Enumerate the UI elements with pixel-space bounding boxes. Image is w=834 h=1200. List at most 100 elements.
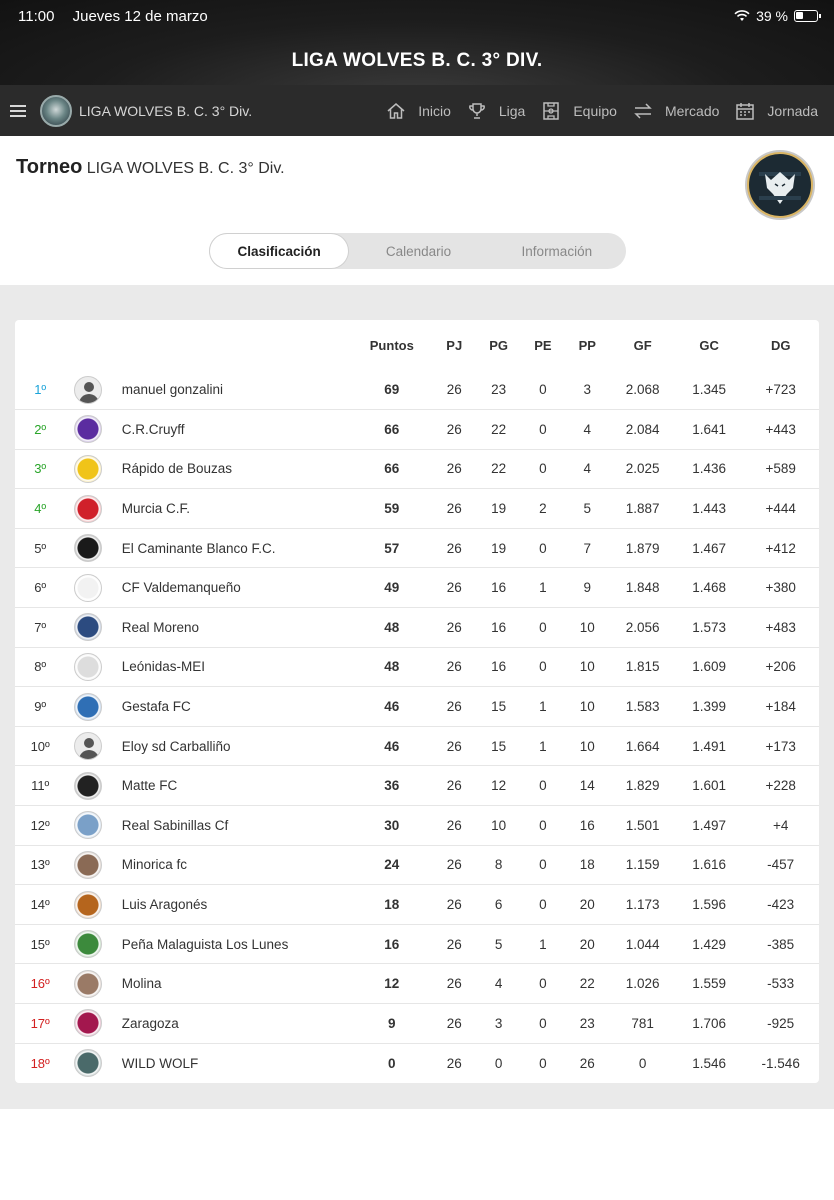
goal-difference: +589	[742, 448, 819, 489]
table-row[interactable]: 13º Minorica fc 24 26 8 0 18 1.159 1.616 -457	[15, 844, 819, 885]
header-pp[interactable]: PP	[565, 320, 609, 370]
lost: 16	[565, 805, 610, 846]
team-avatar[interactable]	[73, 850, 102, 879]
team-avatar[interactable]	[73, 1009, 102, 1038]
played: 26	[432, 567, 477, 608]
table-row[interactable]: 3º Rápido de Bouzas 66 26 22 0 4 2.025 1.436 +589	[15, 448, 819, 489]
header-gf[interactable]: GF	[609, 320, 675, 370]
nav-league-name[interactable]: LIGA WOLVES B. C. 3° Div.	[79, 103, 252, 119]
table-row[interactable]: 9º Gestafa FC 46 26 15 1 10 1.583 1.399 +184	[15, 686, 819, 727]
points: 66	[351, 409, 433, 450]
team-avatar[interactable]	[73, 1049, 102, 1078]
tab-clasificacion[interactable]: Clasificación	[210, 234, 349, 268]
goal-difference: +723	[765, 382, 796, 398]
team-name[interactable]: Minorica fc	[109, 844, 352, 885]
nav-item-label: Equipo	[573, 102, 617, 119]
position: 5º	[15, 527, 66, 568]
played: 26	[432, 884, 477, 925]
team-avatar-cell	[65, 1042, 110, 1083]
header-gc[interactable]: GC	[676, 320, 742, 370]
tab-informacion[interactable]: Información	[488, 233, 626, 269]
team-name[interactable]: Gestafa FC	[109, 686, 352, 727]
table-row[interactable]: 12º Real Sabinillas Cf 30 26 10 0 16 1.501 1.497…	[15, 805, 819, 846]
team-name[interactable]: manuel gonzalini	[110, 370, 352, 410]
table-row[interactable]: 4º Murcia C.F. 59 26 19 2 5 1.887 1.443 +444	[15, 488, 819, 529]
team-avatar[interactable]	[73, 494, 102, 523]
team-name[interactable]: Eloy sd Carballiño	[109, 725, 352, 766]
table-row[interactable]: 6º CF Valdemanqueño 49 26 16 1 9 1.848 1.468 +380	[15, 567, 819, 608]
goal-difference: -533	[742, 963, 819, 1004]
team-avatar[interactable]	[73, 811, 102, 840]
team-name[interactable]: Real Moreno	[109, 607, 352, 648]
drawn: 0	[520, 1042, 566, 1083]
team-name[interactable]: CF Valdemanqueño	[109, 567, 352, 608]
team-avatar[interactable]	[73, 534, 102, 563]
table-row[interactable]: 7º Real Moreno 48 26 16 0 10 2.056 1.573 +483	[15, 607, 819, 648]
drawn: 0	[520, 646, 566, 687]
team-avatar-cell	[65, 805, 110, 846]
won: 3	[476, 1003, 521, 1044]
table-row[interactable]: 17º Zaragoza 9 26 3 0 23 781 1.706 -925	[15, 1003, 819, 1044]
goals-for: 1.815	[609, 646, 676, 687]
header-pj[interactable]: PJ	[432, 320, 476, 370]
team-avatar[interactable]	[73, 771, 102, 800]
team-name[interactable]: Real Sabinillas Cf	[109, 805, 352, 846]
header-dg[interactable]: DG	[742, 320, 819, 370]
nav-item-equipo[interactable]: Equipo	[541, 101, 617, 121]
table-row[interactable]: 8º Leónidas-MEI 48 26 16 0 10 1.815 1.609 +206	[15, 646, 819, 687]
team-avatar[interactable]	[73, 930, 102, 959]
team-avatar[interactable]	[73, 613, 102, 642]
nav-item-inicio[interactable]: Inicio	[386, 101, 451, 121]
team-name[interactable]: C.R.Cruyff	[109, 409, 352, 450]
table-row[interactable]: 10º Eloy sd Carballiño 46 26 15 1 10 1.664 1.491…	[15, 725, 819, 766]
team-avatar-cell	[65, 567, 110, 608]
team-avatar[interactable]	[73, 454, 102, 483]
header-pe[interactable]: PE	[521, 320, 565, 370]
team-name[interactable]: El Caminante Blanco F.C.	[109, 527, 352, 568]
menu-icon[interactable]	[10, 102, 26, 120]
table-row[interactable]: 16º Molina 12 26 4 0 22 1.026 1.559 -533	[15, 963, 819, 1004]
table-row[interactable]: 14º Luis Aragonés 18 26 6 0 20 1.173 1.596 -423	[15, 884, 819, 925]
table-row[interactable]: 18º WILD WOLF 0 26 0 0 26 0 1.546 -1.546	[15, 1042, 819, 1083]
standings-card: Puntos PJ PG PE PP GF GC DG 1º manuel gon…	[15, 320, 819, 1083]
table-row[interactable]: 15º Peña Malaguista Los Lunes 16 26 5 1 20 1.04…	[15, 923, 819, 964]
table-row[interactable]: 11º Matte FC 36 26 12 0 14 1.829 1.601 +228	[15, 765, 819, 806]
team-avatar[interactable]	[73, 890, 102, 919]
won: 15	[476, 725, 521, 766]
team-avatar[interactable]	[73, 573, 102, 602]
team-name[interactable]: Matte FC	[109, 765, 352, 806]
league-logo	[747, 152, 813, 218]
team-name[interactable]: Rápido de Bouzas	[109, 448, 352, 489]
played: 26	[432, 646, 477, 687]
league-logo-small[interactable]	[40, 94, 72, 127]
header-pg[interactable]: PG	[476, 320, 520, 370]
header-puntos[interactable]: Puntos	[352, 320, 433, 370]
nav-item-liga[interactable]: Liga	[467, 101, 525, 121]
team-avatar[interactable]	[73, 652, 102, 681]
team-avatar[interactable]	[73, 692, 102, 721]
team-avatar[interactable]	[73, 732, 102, 761]
team-avatar[interactable]	[73, 969, 102, 998]
team-name[interactable]: WILD WOLF	[109, 1042, 352, 1083]
team-avatar[interactable]	[73, 415, 102, 444]
position: 2º	[15, 409, 66, 450]
nav-item-mercado[interactable]: Mercado	[633, 101, 719, 121]
app-title: LIGA WOLVES B. C. 3° DIV.	[291, 50, 543, 71]
won: 16	[476, 646, 521, 687]
nav-items: Inicio Liga Equipo Mercado Jornada	[386, 85, 834, 136]
tab-calendario[interactable]: Calendario	[349, 233, 487, 269]
goals-against: 1.596	[675, 884, 743, 925]
team-avatar[interactable]	[73, 375, 102, 404]
team-name[interactable]: Zaragoza	[109, 1003, 352, 1044]
table-row[interactable]: 1º manuel gonzalini 69 26 23 0 3 2.068 1.345 +723	[15, 370, 819, 410]
team-name[interactable]: Peña Malaguista Los Lunes	[109, 923, 352, 964]
nav-item-jornada[interactable]: Jornada	[735, 101, 818, 121]
team-name[interactable]: Luis Aragonés	[109, 884, 352, 925]
played: 26	[446, 382, 462, 398]
team-name[interactable]: Leónidas-MEI	[109, 646, 352, 687]
table-row[interactable]: 2º C.R.Cruyff 66 26 22 0 4 2.084 1.641 +443	[15, 409, 819, 450]
drawn: 0	[520, 963, 566, 1004]
team-name[interactable]: Molina	[109, 963, 352, 1004]
team-name[interactable]: Murcia C.F.	[109, 488, 352, 529]
table-row[interactable]: 5º El Caminante Blanco F.C. 57 26 19 0 7 1.879 1…	[15, 527, 819, 568]
